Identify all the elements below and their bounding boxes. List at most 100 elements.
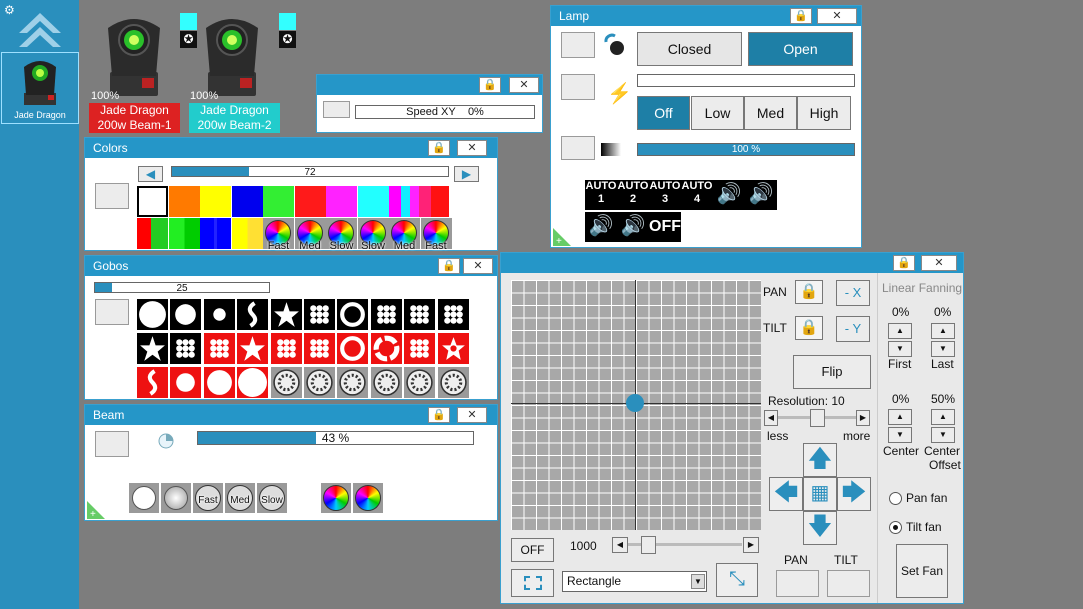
color-swatch[interactable] [200, 186, 231, 217]
color-wheel-slow-button[interactable]: Slow [326, 218, 357, 252]
auto-4-button[interactable]: AUTO 4 [681, 180, 713, 210]
lock-icon[interactable]: 🔒 [438, 258, 460, 274]
gobo-starr-button[interactable] [237, 333, 269, 364]
gobo-dotsgrid-button[interactable] [304, 333, 335, 364]
gobos-slider[interactable]: 25 [94, 282, 270, 294]
color-wheel-med-button[interactable]: Med [389, 218, 420, 252]
speaker-blue-icon[interactable]: 🔊 [617, 212, 649, 242]
resolution-right-arrow-icon[interactable]: ▶ [856, 410, 870, 426]
set-fan-button[interactable]: Set Fan [896, 544, 948, 598]
lamp-titlebar[interactable]: Lamp [551, 6, 861, 26]
color-swatch[interactable] [231, 186, 263, 217]
shape-select[interactable]: Rectangle ▼ [562, 571, 707, 592]
beam-open-button[interactable] [129, 483, 159, 513]
color-swatch[interactable] [326, 186, 357, 217]
beam-fast-button[interactable]: Fast [193, 483, 223, 513]
lock-icon[interactable]: 🔒 [428, 407, 450, 423]
color-swatch[interactable] [263, 186, 294, 217]
invert-x-button[interactable]: - X [836, 280, 870, 306]
prev-arrow-icon[interactable]: ◀ [138, 166, 163, 182]
gobo-s-button[interactable] [237, 299, 269, 330]
resolution-left-arrow-icon[interactable]: ◀ [764, 410, 778, 426]
lock-icon[interactable]: 🔒 [479, 77, 501, 93]
color-swatch[interactable] [137, 186, 168, 217]
invert-y-button[interactable]: - Y [836, 316, 870, 342]
beam-color-wheel-button-2[interactable] [353, 483, 383, 513]
shutter-closed-button[interactable]: Closed [637, 32, 742, 66]
center-up-icon[interactable]: ▲ [888, 409, 912, 425]
gobo-wh-button[interactable] [337, 367, 369, 398]
color-wheel-slow-button[interactable]: Slow [357, 218, 389, 252]
last-down-icon[interactable]: ▼ [931, 341, 955, 357]
gobo-cr3-button[interactable] [237, 367, 269, 398]
gobo-small-button[interactable] [203, 299, 235, 330]
color-swatch[interactable] [231, 218, 263, 249]
gobo-dots13-button[interactable] [437, 299, 469, 330]
color-swatch[interactable] [168, 186, 200, 217]
gobo-wh-button[interactable] [404, 367, 436, 398]
color-swatch[interactable] [389, 186, 449, 217]
center-down-icon[interactable]: ▼ [888, 427, 912, 443]
arrow-down-icon[interactable]: 🡇 [803, 511, 837, 545]
close-icon[interactable]: ✕ [921, 255, 957, 271]
sidebar-fixture-item[interactable]: Jade Dragon [1, 52, 79, 124]
auto-1-button[interactable]: AUTO 1 [585, 180, 617, 210]
sound-off-button[interactable]: OFF [649, 212, 681, 242]
close-icon[interactable]: ✕ [509, 77, 539, 93]
close-icon[interactable]: ✕ [817, 8, 857, 24]
shape-select-icon[interactable] [511, 569, 554, 597]
power-bar[interactable] [637, 74, 855, 87]
color-swatch[interactable] [200, 218, 231, 249]
shutter-apply-button[interactable] [561, 32, 595, 58]
tilt-fan-radio[interactable] [889, 521, 902, 534]
beam-slow-button[interactable]: Slow [257, 483, 287, 513]
close-icon[interactable]: ✕ [457, 407, 487, 423]
tilt-value-button[interactable] [827, 570, 870, 597]
gobos-titlebar[interactable]: Gobos [85, 256, 497, 276]
gobo-starflower-button[interactable] [437, 333, 469, 364]
lamp-level-off-button[interactable]: Off [637, 96, 690, 130]
auto-2-button[interactable]: AUTO 2 [617, 180, 649, 210]
shutter-open-button[interactable]: Open [748, 32, 853, 66]
beam-frost-button[interactable] [161, 483, 191, 513]
xy-pad[interactable] [511, 280, 761, 530]
gobos-apply-button[interactable] [95, 299, 129, 325]
gobo-wh-button[interactable] [437, 367, 469, 398]
gobo-dots9-button[interactable] [304, 299, 335, 330]
chevron-down-icon[interactable]: ▼ [691, 574, 705, 589]
gobo-dots4r-button[interactable] [203, 333, 235, 364]
flip-button[interactable]: Flip [793, 355, 871, 389]
gobo-dotsr-button[interactable] [270, 333, 302, 364]
lock-icon[interactable]: 🔒 [893, 255, 915, 271]
gobo-ringr-button[interactable] [337, 333, 369, 364]
color-wheel-fast-button[interactable]: Fast [263, 218, 294, 252]
effect-speed-thumb[interactable] [641, 536, 656, 554]
gobo-sr-button[interactable] [137, 367, 168, 398]
speaker-white-icon[interactable]: 🔊 [713, 180, 745, 210]
effect-off-button[interactable]: OFF [511, 538, 554, 562]
gobo-wh-button[interactable] [270, 367, 302, 398]
first-up-icon[interactable]: ▲ [888, 323, 912, 339]
gobo-star-button[interactable] [137, 333, 168, 364]
power-apply-button[interactable] [561, 74, 595, 100]
gobo-ring-button[interactable] [337, 299, 369, 330]
beam-apply-button[interactable] [95, 431, 129, 457]
gobo-med-button[interactable] [170, 299, 202, 330]
color-wheel-fast-button[interactable]: Fast [420, 218, 452, 252]
color-swatch[interactable] [168, 218, 200, 249]
gobo-ringdots-button[interactable] [370, 299, 402, 330]
lamp-level-high-button[interactable]: High [797, 96, 851, 130]
speaker-red-icon[interactable]: 🔊 [745, 180, 777, 210]
effect-speed-left-arrow-icon[interactable]: ◀ [612, 537, 628, 553]
gobo-star5-button[interactable] [270, 299, 302, 330]
beam-med-button[interactable]: Med [225, 483, 255, 513]
pan-fan-radio[interactable] [889, 492, 902, 505]
colors-slider[interactable]: 72 [171, 166, 449, 178]
lock-icon[interactable]: 🔒 [790, 8, 812, 24]
auto-3-button[interactable]: AUTO 3 [649, 180, 681, 210]
gobo-ringbr-button[interactable] [370, 333, 402, 364]
arrow-right-icon[interactable]: 🡆 [837, 477, 871, 511]
add-icon[interactable]: + [553, 228, 571, 246]
gobo-wh-button[interactable] [370, 367, 402, 398]
gobo-cr2-button[interactable] [203, 367, 235, 398]
